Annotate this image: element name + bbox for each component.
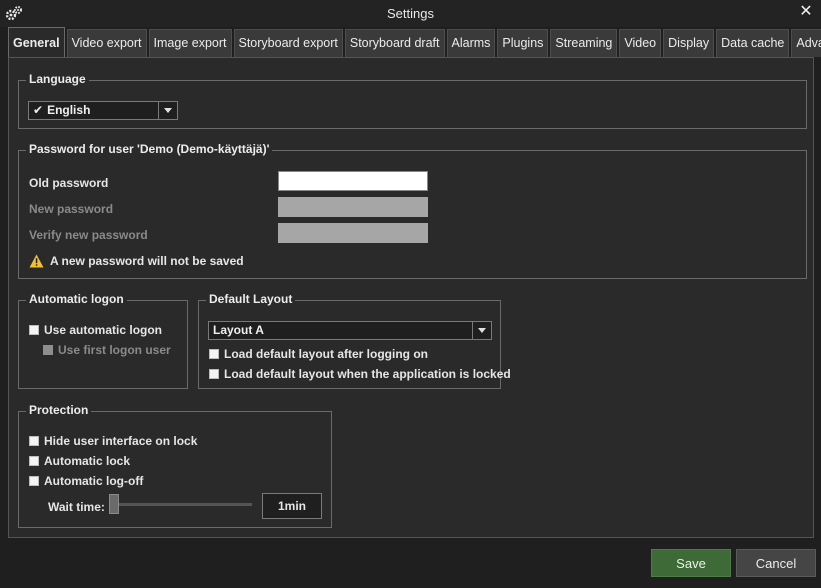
load-layout-when-locked-label: Load default layout when the application… [224, 367, 511, 381]
hide-ui-on-lock-label: Hide user interface on lock [44, 434, 198, 448]
tab-plugins[interactable]: Plugins [497, 29, 549, 57]
new-password-label: New password [29, 202, 114, 216]
tab-image-export[interactable]: Image export [148, 29, 232, 57]
default-layout-selected-value: Layout A [213, 323, 264, 337]
checkbox-box[interactable] [29, 436, 39, 446]
wait-time-slider-track[interactable] [109, 503, 252, 506]
cancel-button[interactable]: Cancel [736, 549, 816, 577]
tab-advanced[interactable]: Advanced [791, 29, 821, 57]
use-automatic-logon-label: Use automatic logon [44, 323, 163, 337]
verify-password-field[interactable] [278, 223, 428, 243]
wait-time-slider-handle[interactable] [109, 494, 119, 514]
language-group-title: Language [26, 72, 89, 86]
default-layout-title: Default Layout [206, 292, 296, 306]
use-automatic-logon-checkbox[interactable]: Use automatic logon [29, 323, 162, 337]
verify-password-label: Verify new password [29, 228, 148, 242]
automatic-logoff-checkbox[interactable]: Automatic log-off [29, 474, 143, 488]
old-password-field[interactable] [278, 171, 428, 191]
wait-time-label: Wait time: [48, 500, 105, 514]
tab-streaming[interactable]: Streaming [550, 29, 618, 57]
checkbox-box[interactable] [43, 345, 53, 355]
chevron-down-icon[interactable] [158, 102, 177, 119]
default-layout-group: Default Layout Layout A Load default lay… [198, 292, 511, 389]
use-first-logon-user-label: Use first logon user [58, 343, 171, 357]
automatic-logon-group: Automatic logon Use automatic logon Use … [18, 292, 188, 389]
title-bar: Settings ✕ [0, 0, 821, 27]
wait-time-value: 1min [262, 493, 322, 519]
chevron-down-icon[interactable] [472, 322, 491, 339]
default-layout-select[interactable]: Layout A [208, 321, 492, 340]
language-select[interactable]: ✔ English [28, 101, 178, 120]
load-layout-when-locked-checkbox[interactable]: Load default layout when the application… [209, 367, 511, 381]
language-selected-value: English [47, 103, 91, 117]
check-icon: ✔ [33, 103, 44, 117]
checkbox-box[interactable] [209, 349, 219, 359]
automatic-lock-checkbox[interactable]: Automatic lock [29, 454, 130, 468]
protection-title: Protection [26, 403, 92, 417]
close-icon[interactable]: ✕ [797, 3, 815, 21]
tab-storyboard-export[interactable]: Storyboard export [233, 29, 343, 57]
tab-alarms[interactable]: Alarms [446, 29, 496, 57]
tab-video-export[interactable]: Video export [66, 29, 147, 57]
tab-bar: General Video export Image export Storyb… [8, 27, 821, 57]
automatic-logon-title: Automatic logon [26, 292, 127, 306]
checkbox-box[interactable] [29, 456, 39, 466]
use-first-logon-user-checkbox[interactable]: Use first logon user [43, 343, 171, 357]
warning-icon [29, 254, 44, 268]
password-warning-text: A new password will not be saved [50, 254, 244, 268]
save-button[interactable]: Save [651, 549, 731, 577]
new-password-field[interactable] [278, 197, 428, 217]
checkbox-box[interactable] [29, 476, 39, 486]
protection-group: Protection Hide user interface on lock A… [18, 403, 332, 528]
general-panel: Language ✔ English Password for user 'Dem… [8, 57, 814, 538]
tab-storyboard-draft[interactable]: Storyboard draft [344, 29, 445, 57]
hide-ui-on-lock-checkbox[interactable]: Hide user interface on lock [29, 434, 197, 448]
load-layout-after-logon-checkbox[interactable]: Load default layout after logging on [209, 347, 428, 361]
load-layout-after-logon-label: Load default layout after logging on [224, 347, 428, 361]
checkbox-box[interactable] [29, 325, 39, 335]
tab-general[interactable]: General [8, 27, 65, 57]
automatic-lock-label: Automatic lock [44, 454, 131, 468]
automatic-logoff-label: Automatic log-off [44, 474, 144, 488]
password-group-title: Password for user 'Demo (Demo-käyttäjä)' [26, 142, 273, 156]
tab-data-cache[interactable]: Data cache [716, 29, 790, 57]
old-password-label: Old password [29, 176, 109, 190]
window-title: Settings [387, 6, 434, 21]
language-group: Language ✔ English [18, 72, 807, 129]
tab-display[interactable]: Display [663, 29, 715, 57]
password-warning: A new password will not be saved [29, 254, 244, 268]
password-group: Password for user 'Demo (Demo-käyttäjä)'… [18, 142, 807, 279]
tab-video[interactable]: Video [619, 29, 662, 57]
checkbox-box[interactable] [209, 369, 219, 379]
